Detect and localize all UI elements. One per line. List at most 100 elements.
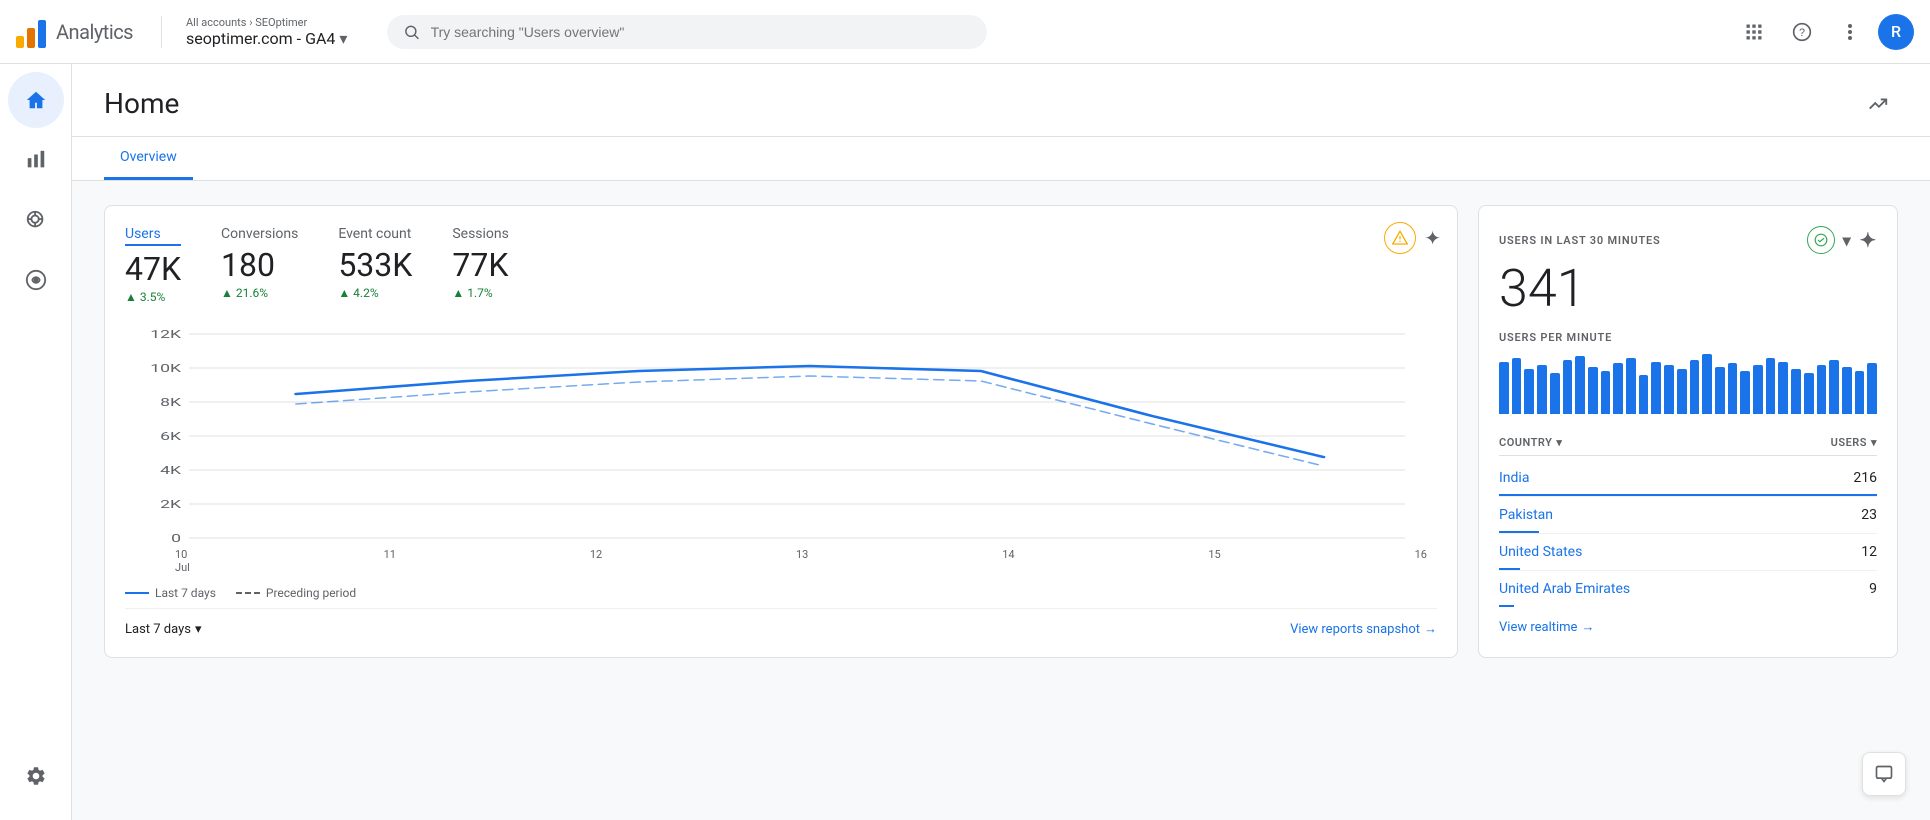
minute-bar bbox=[1778, 362, 1788, 415]
tab-overview[interactable]: Overview bbox=[104, 137, 193, 180]
metric-users-change: 3.5% bbox=[125, 290, 181, 304]
count-us: 12 bbox=[1861, 544, 1877, 560]
metrics-card-footer: Last 7 days ▾ View reports snapshot → bbox=[125, 608, 1437, 637]
svg-text:6K: 6K bbox=[160, 430, 182, 443]
count-uae: 9 bbox=[1869, 581, 1877, 597]
help-button[interactable]: ? bbox=[1782, 12, 1822, 52]
sidebar-item-explore[interactable] bbox=[8, 192, 64, 248]
topbar-divider bbox=[161, 16, 162, 48]
view-realtime-link[interactable]: View realtime → bbox=[1499, 619, 1877, 635]
account-selector[interactable]: All accounts › SEOptimer seoptimer.com -… bbox=[186, 16, 347, 48]
warning-button[interactable] bbox=[1384, 222, 1416, 254]
count-india: 216 bbox=[1853, 470, 1877, 486]
legend-preceding-label: Preceding period bbox=[266, 586, 356, 600]
home-icon bbox=[25, 89, 47, 111]
x-label-0: 10Jul bbox=[175, 548, 190, 574]
country-uae[interactable]: United Arab Emirates bbox=[1499, 581, 1630, 597]
x-label-2: 12 bbox=[590, 548, 602, 574]
sidebar-item-reports[interactable] bbox=[8, 132, 64, 188]
country-pakistan[interactable]: Pakistan bbox=[1499, 507, 1553, 523]
trending-icon bbox=[1867, 93, 1889, 115]
bar-india bbox=[1499, 494, 1877, 496]
table-row: United Arab Emirates 9 bbox=[1499, 571, 1877, 607]
minute-bar bbox=[1740, 371, 1750, 414]
users-dropdown-icon: ▾ bbox=[1871, 436, 1877, 449]
metric-events-label[interactable]: Event count bbox=[338, 226, 412, 242]
country-col-header[interactable]: COUNTRY ▾ bbox=[1499, 436, 1562, 449]
explore-icon bbox=[25, 209, 47, 231]
metric-sessions-label[interactable]: Sessions bbox=[452, 226, 509, 242]
table-header: COUNTRY ▾ USERS ▾ bbox=[1499, 430, 1877, 456]
apps-button[interactable] bbox=[1734, 12, 1774, 52]
sidebar-item-advertising[interactable] bbox=[8, 252, 64, 308]
metric-users-label[interactable]: Users bbox=[125, 226, 181, 246]
minute-bar bbox=[1651, 362, 1661, 414]
metric-users-value: 47K bbox=[125, 250, 181, 288]
date-selector-label: Last 7 days bbox=[125, 622, 191, 637]
count-pakistan: 23 bbox=[1861, 507, 1877, 523]
chart-x-labels: 10Jul 11 12 13 14 15 16 bbox=[125, 548, 1437, 574]
realtime-header: USERS IN LAST 30 MINUTES ▾ ✦ bbox=[1499, 226, 1877, 254]
more-button[interactable] bbox=[1830, 12, 1870, 52]
minute-bar bbox=[1601, 371, 1611, 414]
brand-name: Analytics bbox=[56, 20, 133, 44]
date-selector[interactable]: Last 7 days ▾ bbox=[125, 622, 202, 637]
view-realtime-arrow: → bbox=[1581, 619, 1594, 635]
metric-sessions-value: 77K bbox=[452, 246, 509, 284]
users-col-header[interactable]: USERS ▾ bbox=[1831, 436, 1877, 449]
minute-bar bbox=[1829, 360, 1839, 414]
metric-conversions[interactable]: Conversions 180 21.6% bbox=[221, 226, 298, 304]
search-input[interactable] bbox=[431, 24, 972, 40]
realtime-card: USERS IN LAST 30 MINUTES ▾ ✦ 341 USER bbox=[1478, 205, 1898, 658]
metric-events-value: 533K bbox=[338, 246, 412, 284]
minute-bar bbox=[1715, 367, 1725, 414]
page-header-actions bbox=[1858, 84, 1898, 136]
view-realtime-label: View realtime bbox=[1499, 620, 1577, 635]
sparkle-button[interactable]: ✦ bbox=[1424, 226, 1441, 250]
metric-sessions-change: 1.7% bbox=[452, 286, 509, 300]
minute-bar bbox=[1690, 360, 1700, 414]
minute-bar bbox=[1613, 363, 1623, 414]
legend-dashed-line bbox=[236, 592, 260, 594]
check-badge[interactable] bbox=[1807, 226, 1835, 254]
feedback-icon bbox=[1874, 764, 1894, 784]
metric-conversions-label[interactable]: Conversions bbox=[221, 226, 298, 242]
svg-text:2K: 2K bbox=[160, 498, 182, 511]
view-reports-label: View reports snapshot bbox=[1290, 622, 1420, 637]
sidebar-item-settings[interactable] bbox=[8, 748, 64, 804]
property-selector[interactable]: seoptimer.com - GA4 ▾ bbox=[186, 29, 347, 48]
view-reports-link[interactable]: View reports snapshot → bbox=[1290, 621, 1437, 637]
country-us[interactable]: United States bbox=[1499, 544, 1582, 560]
trending-button[interactable] bbox=[1858, 84, 1898, 124]
minute-bar bbox=[1753, 365, 1763, 414]
realtime-header-actions: ▾ ✦ bbox=[1807, 226, 1877, 254]
sidebar bbox=[0, 64, 72, 820]
minute-bar bbox=[1588, 367, 1598, 414]
avatar[interactable]: R bbox=[1878, 14, 1914, 50]
realtime-sparkle-button[interactable]: ✦ bbox=[1859, 228, 1877, 252]
feedback-button[interactable] bbox=[1862, 752, 1906, 796]
sidebar-item-home[interactable] bbox=[8, 72, 64, 128]
all-accounts-link: All accounts bbox=[186, 16, 246, 29]
legend-solid-line bbox=[125, 592, 149, 594]
metric-conversions-value: 180 bbox=[221, 246, 298, 284]
metric-sessions[interactable]: Sessions 77K 1.7% bbox=[452, 226, 509, 304]
main-layout: Home Overview bbox=[0, 64, 1930, 820]
content-area: Home Overview bbox=[72, 64, 1930, 820]
svg-text:8K: 8K bbox=[160, 396, 182, 409]
table-row: India 216 bbox=[1499, 460, 1877, 497]
search-icon bbox=[403, 23, 420, 41]
x-label-1: 11 bbox=[384, 548, 396, 574]
property-chevron-icon: ▾ bbox=[339, 29, 347, 48]
svg-text:12K: 12K bbox=[150, 328, 182, 341]
realtime-dropdown-icon[interactable]: ▾ bbox=[1843, 231, 1852, 250]
apps-icon bbox=[1744, 22, 1764, 42]
minute-bar bbox=[1766, 358, 1776, 414]
metric-users[interactable]: Users 47K 3.5% bbox=[125, 226, 181, 304]
search-bar[interactable] bbox=[387, 15, 987, 49]
metric-events[interactable]: Event count 533K 4.2% bbox=[338, 226, 412, 304]
view-reports-arrow: → bbox=[1424, 621, 1437, 637]
minute-bar bbox=[1677, 369, 1687, 414]
country-india[interactable]: India bbox=[1499, 470, 1529, 486]
realtime-count: 341 bbox=[1499, 258, 1877, 319]
